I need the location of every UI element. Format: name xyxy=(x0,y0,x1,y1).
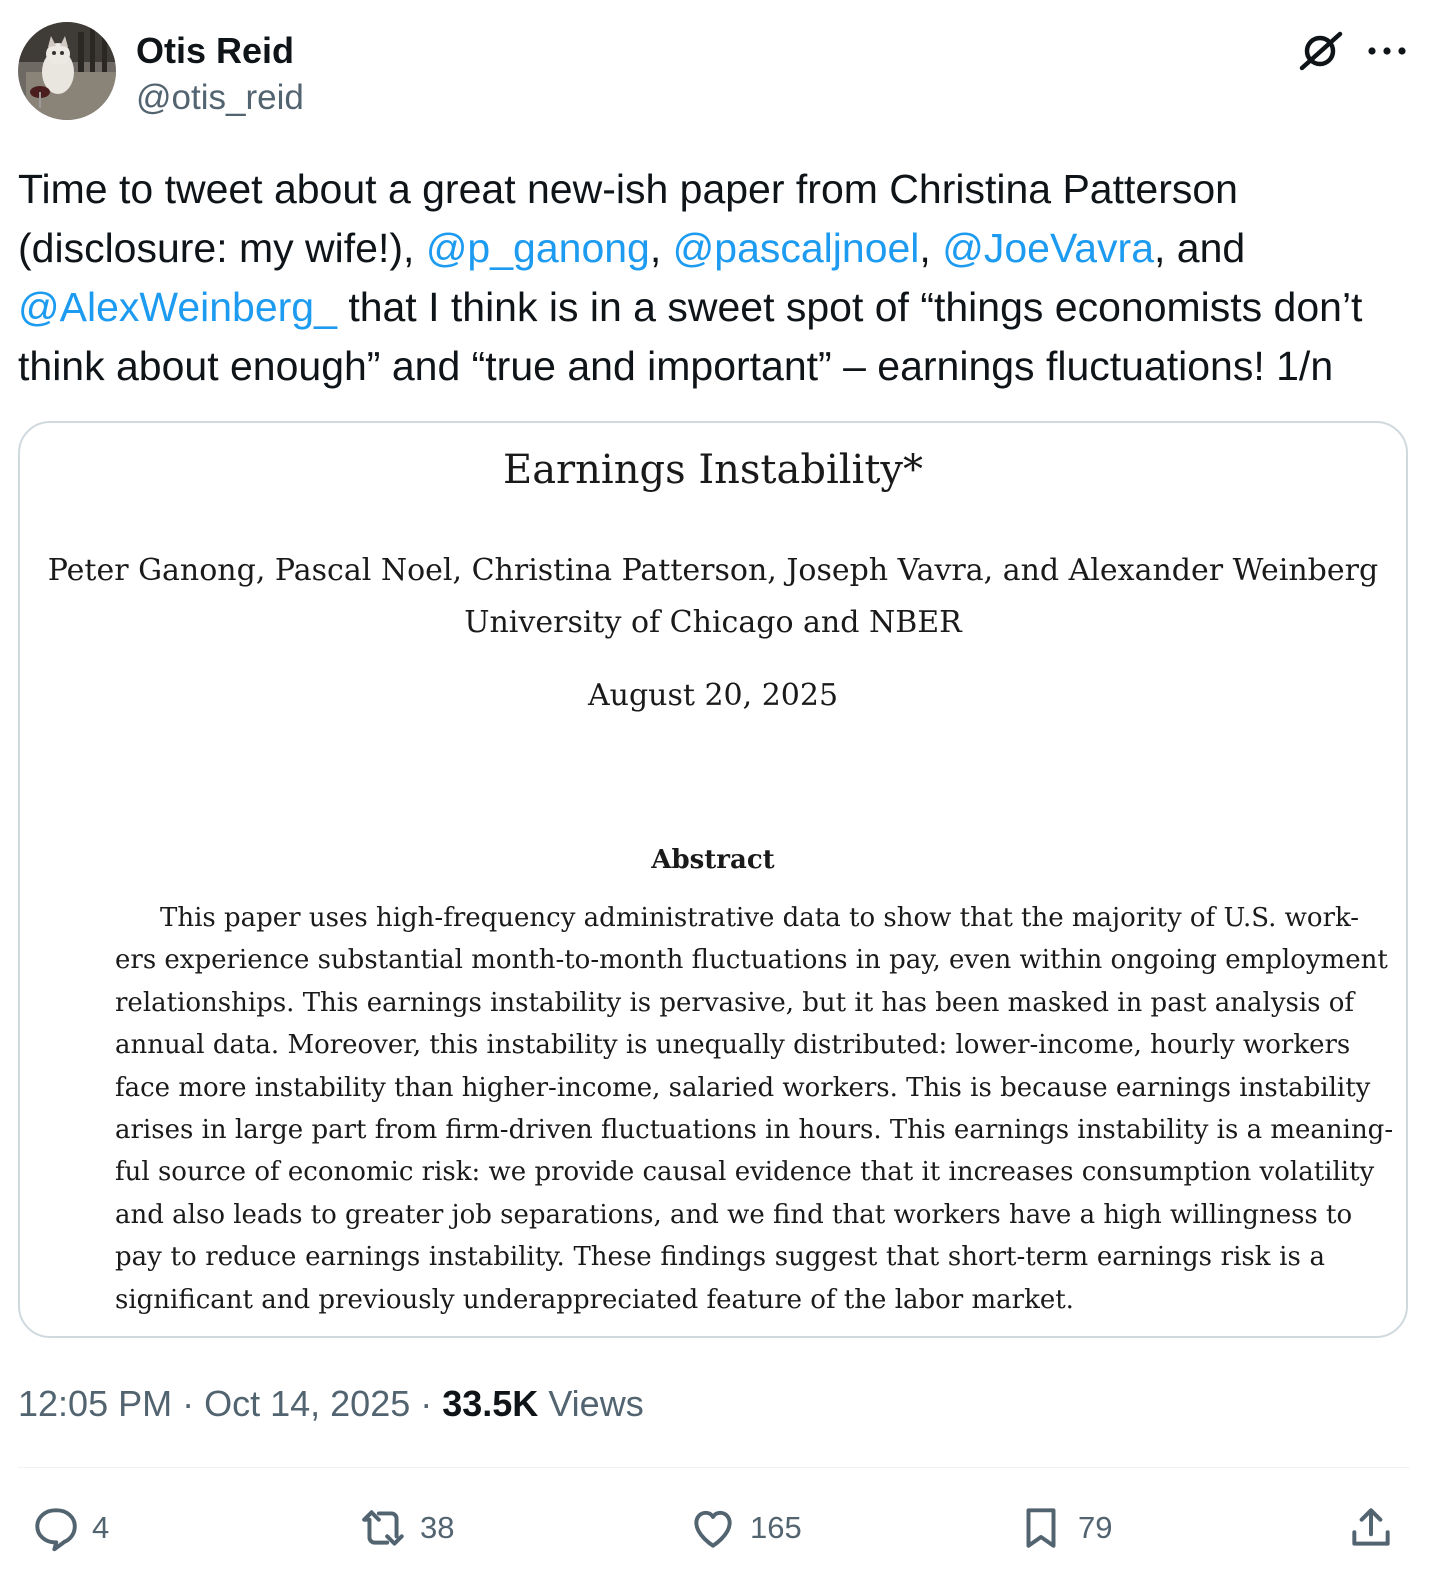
heart-icon xyxy=(694,1510,732,1548)
abstract-line: ful source of economic risk: we provide … xyxy=(115,1157,1375,1188)
paper-affiliation: University of Chicago and NBER xyxy=(464,605,962,640)
abstract-line: pay to reduce earnings instability. Thes… xyxy=(115,1242,1325,1273)
mention-link[interactable]: @p_ganong xyxy=(426,225,650,271)
mention-link[interactable]: @AlexWeinberg_ xyxy=(18,284,337,330)
tweet-text-line: Time to tweet about a great new-ish pape… xyxy=(18,166,1238,212)
tweet-text-line: (disclosure: my wife!), @p_ganong, @pasc… xyxy=(18,219,1418,278)
tweet-meta: 12:05 PM · Oct 14, 2025 · 33.5K Views xyxy=(18,1383,644,1425)
abstract-line: annual data. Moreover, this instability … xyxy=(115,1030,1351,1061)
repost-icon xyxy=(362,1510,404,1546)
repost-count: 38 xyxy=(420,1510,455,1545)
meta-separator: · xyxy=(172,1383,205,1424)
user-handle[interactable]: @otis_reid xyxy=(136,78,304,118)
avatar-image xyxy=(18,22,116,120)
abstract-line: This paper uses high-frequency administr… xyxy=(160,903,1360,933)
views-count: 33.5K xyxy=(442,1383,539,1424)
like-count: 165 xyxy=(750,1510,802,1545)
mention-link[interactable]: @JoeVavra xyxy=(942,225,1154,271)
abstract-line: ers experience substantial month-to-mont… xyxy=(115,945,1388,976)
reply-count: 4 xyxy=(92,1510,110,1545)
reply-button[interactable]: 4 xyxy=(30,1500,109,1556)
tweet-text-fragment: , xyxy=(919,225,943,271)
tweet-text-fragment: , and xyxy=(1154,225,1246,271)
reply-icon xyxy=(35,1508,77,1552)
tweet-text-fragment: (disclosure: my wife!), xyxy=(18,225,426,271)
tweet-time[interactable]: 12:05 PM xyxy=(18,1383,172,1424)
more-icon[interactable] xyxy=(1362,26,1412,76)
tweet-text: Time to tweet about a great new-ish pape… xyxy=(18,160,1418,396)
abstract-body: This paper uses high-frequency administr… xyxy=(115,897,1394,1321)
share-icon xyxy=(1352,1508,1390,1546)
meta-separator: · xyxy=(410,1383,443,1424)
abstract-line: face more instability than higher-income… xyxy=(115,1072,1371,1103)
bookmark-button[interactable]: 79 xyxy=(1016,1500,1112,1556)
abstract-line: and also leads to greater job separation… xyxy=(115,1199,1353,1230)
bookmark-count: 79 xyxy=(1078,1510,1113,1545)
mention-link[interactable]: @pascaljnoel xyxy=(673,225,920,271)
tweet-text-line: @AlexWeinberg_ that I think is in a swee… xyxy=(18,278,1418,337)
media-image[interactable]: Earnings Instability* Peter Ganong, Pasc… xyxy=(18,421,1408,1338)
repost-button[interactable]: 38 xyxy=(358,1500,454,1556)
paper-screenshot: Earnings Instability* Peter Ganong, Pasc… xyxy=(20,423,1406,1336)
tweet-text-line: think about enough” and “true and import… xyxy=(18,343,1334,389)
share-button[interactable] xyxy=(1346,1500,1396,1556)
abstract-heading: Abstract xyxy=(651,845,775,875)
views-label: Views xyxy=(538,1383,644,1424)
grok-icon[interactable] xyxy=(1296,26,1346,76)
tweet-date[interactable]: Oct 14, 2025 xyxy=(204,1383,410,1424)
bookmark-icon xyxy=(1026,1508,1056,1548)
abstract-line: significant and previously underapprecia… xyxy=(115,1284,1074,1315)
display-name[interactable]: Otis Reid xyxy=(136,30,294,72)
abstract-line: arises in large part from firm-driven fl… xyxy=(115,1115,1394,1146)
tweet-text-fragment: , xyxy=(649,225,673,271)
like-button[interactable]: 165 xyxy=(688,1500,802,1556)
paper-title: Earnings Instability* xyxy=(503,447,923,493)
tweet-header: Otis Reid @otis_reid xyxy=(18,22,1410,124)
divider xyxy=(18,1467,1410,1468)
tweet-text-fragment: that I think is in a sweet spot of “thin… xyxy=(336,284,1363,330)
avatar[interactable] xyxy=(18,22,116,120)
paper-authors: Peter Ganong, Pascal Noel, Christina Pat… xyxy=(47,553,1379,588)
paper-date: August 20, 2025 xyxy=(587,678,839,713)
abstract-line: relationships. This earnings instability… xyxy=(115,987,1355,1018)
